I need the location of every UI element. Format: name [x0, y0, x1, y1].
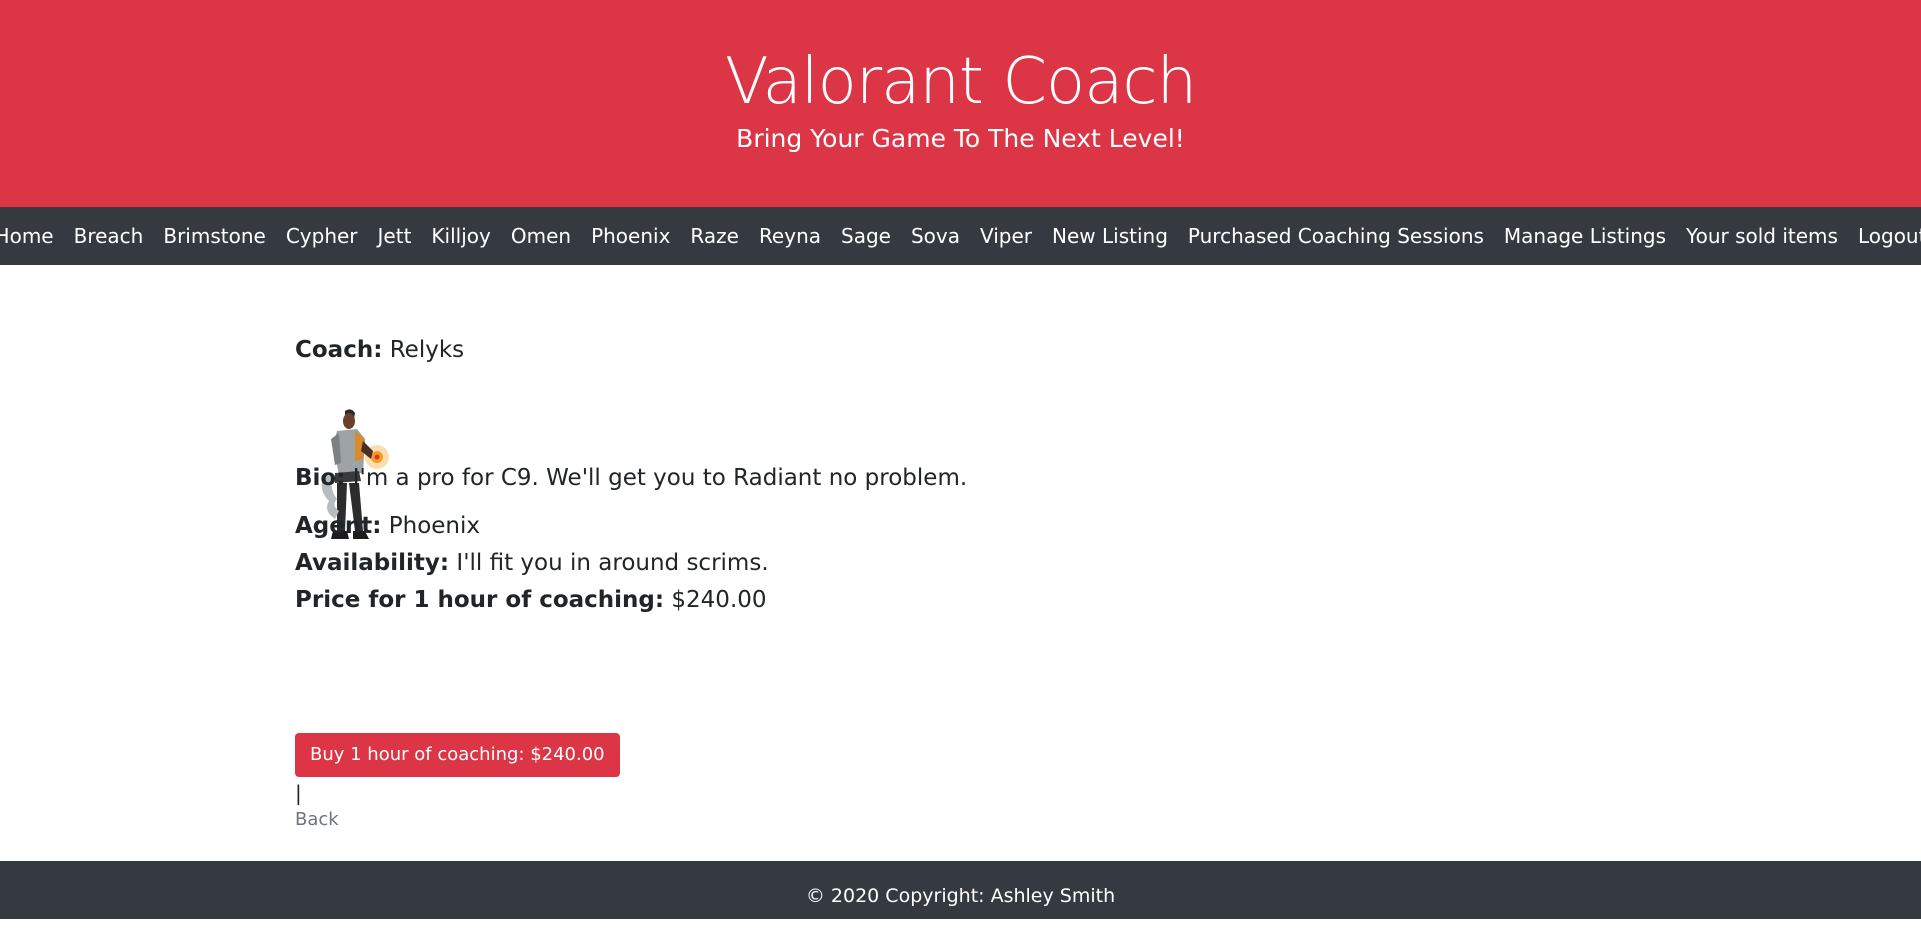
nav-breach[interactable]: Breach — [64, 207, 154, 265]
main-navbar: Home Breach Brimstone Cypher Jett Killjo… — [0, 207, 1921, 265]
agent-row: Agent: Phoenix — [295, 511, 480, 541]
price-label: Price for 1 hour of coaching: — [295, 587, 665, 613]
nav-reyna[interactable]: Reyna — [749, 207, 831, 265]
nav-brimstone[interactable]: Brimstone — [153, 207, 275, 265]
price-row: Price for 1 hour of coaching: $240.00 — [295, 585, 767, 615]
coach-name: Relyks — [389, 337, 465, 363]
nav-killjoy[interactable]: Killjoy — [421, 207, 500, 265]
nav-sova[interactable]: Sova — [901, 207, 970, 265]
bio-text: I'm a pro for C9. We'll get you to Radia… — [352, 465, 968, 491]
coach-label: Coach: — [295, 337, 383, 363]
nav-new-listing[interactable]: New Listing — [1042, 207, 1178, 265]
nav-purchased-coaching-sessions[interactable]: Purchased Coaching Sessions — [1178, 207, 1494, 265]
back-link[interactable]: Back — [295, 808, 339, 832]
nav-phoenix[interactable]: Phoenix — [581, 207, 680, 265]
site-tagline: Bring Your Game To The Next Level! — [736, 124, 1185, 153]
nav-your-sold-items[interactable]: Your sold items — [1676, 207, 1848, 265]
site-header: Valorant Coach Bring Your Game To The Ne… — [0, 0, 1921, 207]
agent-label: Agent: — [295, 513, 382, 539]
agent-value: Phoenix — [388, 513, 480, 539]
nav-omen[interactable]: Omen — [501, 207, 581, 265]
availability-label: Availability: — [295, 550, 450, 576]
nav-manage-listings[interactable]: Manage Listings — [1494, 207, 1676, 265]
bio-label: Bio: — [295, 465, 346, 491]
site-title: Valorant Coach — [724, 45, 1197, 119]
coach-row: Coach: Relyks — [295, 335, 464, 365]
bio-row: Bio: I'm a pro for C9. We'll get you to … — [295, 463, 967, 493]
nav-sage[interactable]: Sage — [831, 207, 901, 265]
nav-cypher[interactable]: Cypher — [276, 207, 368, 265]
nav-jett[interactable]: Jett — [368, 207, 422, 265]
site-footer: © 2020 Copyright: Ashley Smith — [0, 861, 1921, 919]
nav-logout[interactable]: Logout — [1848, 207, 1921, 265]
nav-raze[interactable]: Raze — [680, 207, 749, 265]
separator: | — [295, 781, 302, 805]
nav-viper[interactable]: Viper — [970, 207, 1042, 265]
availability-row: Availability: I'll fit you in around scr… — [295, 548, 769, 578]
buy-coaching-button[interactable]: Buy 1 hour of coaching: $240.00 — [295, 733, 620, 777]
price-value: $240.00 — [671, 587, 767, 613]
copyright-text: © 2020 Copyright: Ashley Smith — [805, 885, 1116, 907]
availability-value: I'll fit you in around scrims. — [456, 550, 769, 576]
nav-home[interactable]: Home — [0, 207, 64, 265]
